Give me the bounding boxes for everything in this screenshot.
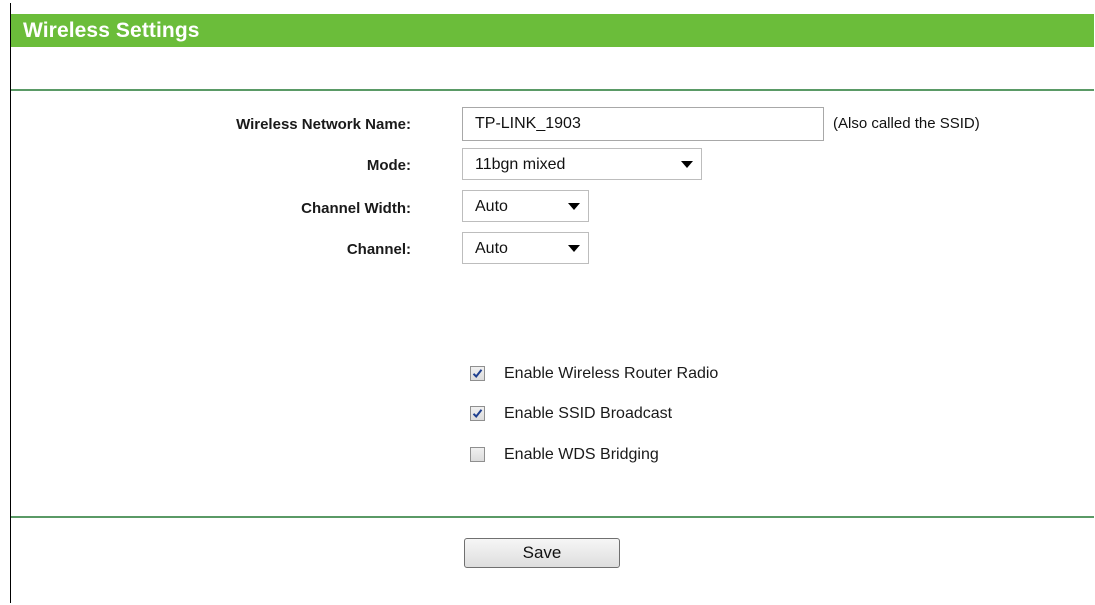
- wireless-radio-label: Enable Wireless Router Radio: [504, 365, 719, 382]
- wds-bridging-label: Enable WDS Bridging: [504, 446, 659, 463]
- page-title: Wireless Settings: [23, 19, 200, 42]
- header-bar: Wireless Settings: [11, 14, 1094, 47]
- chevron-down-icon: [568, 203, 580, 210]
- save-button[interactable]: Save: [464, 538, 620, 568]
- mode-select[interactable]: 11bgn mixed: [462, 148, 702, 180]
- top-divider: [11, 89, 1094, 91]
- ssid-broadcast-label: Enable SSID Broadcast: [504, 405, 673, 422]
- channel-width-label: Channel Width:: [301, 200, 411, 217]
- wds-bridging-option[interactable]: Enable WDS Bridging: [470, 445, 770, 465]
- wireless-radio-checkbox[interactable]: [470, 366, 485, 381]
- ssid-hint: (Also called the SSID): [833, 115, 980, 132]
- bottom-divider: [11, 516, 1094, 518]
- channel-width-select[interactable]: Auto: [462, 190, 589, 222]
- network-name-label: Wireless Network Name:: [236, 116, 411, 133]
- chevron-down-icon: [681, 161, 693, 168]
- network-name-input[interactable]: [462, 107, 824, 141]
- mode-label: Mode:: [366, 157, 411, 174]
- ssid-broadcast-checkbox[interactable]: [470, 406, 485, 421]
- checkmark-icon: [472, 369, 483, 379]
- wireless-radio-option[interactable]: Enable Wireless Router Radio: [470, 364, 810, 384]
- channel-width-select-value: Auto: [475, 198, 508, 215]
- wds-bridging-checkbox[interactable]: [470, 447, 485, 462]
- chevron-down-icon: [568, 245, 580, 252]
- mode-select-value: 11bgn mixed: [475, 156, 566, 173]
- settings-panel: Wireless Settings Wireless Network Name:…: [10, 3, 1094, 603]
- channel-select-value: Auto: [475, 240, 508, 257]
- checkmark-icon: [472, 409, 483, 419]
- channel-select[interactable]: Auto: [462, 232, 589, 264]
- ssid-broadcast-option[interactable]: Enable SSID Broadcast: [470, 404, 770, 424]
- channel-label: Channel:: [346, 241, 411, 258]
